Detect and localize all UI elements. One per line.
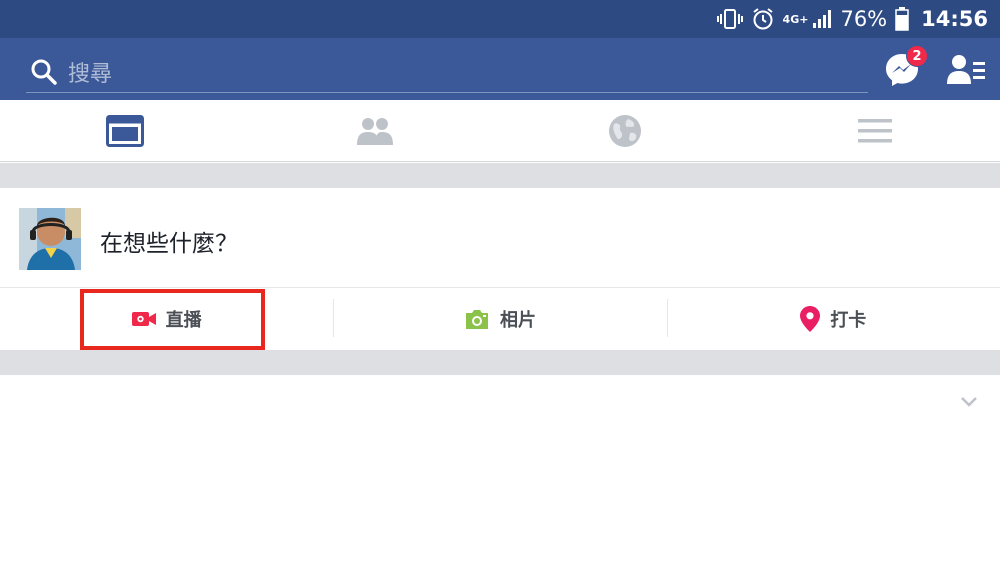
vibrate-icon xyxy=(716,9,743,29)
battery-percent: 76% xyxy=(840,7,888,31)
friends-icon xyxy=(357,117,393,145)
menu-tab[interactable] xyxy=(750,100,1000,161)
chevron-down-icon[interactable] xyxy=(960,396,978,408)
feed-divider-2 xyxy=(0,350,1000,375)
hamburger-icon xyxy=(858,118,892,142)
clock: 14:56 xyxy=(921,7,988,31)
composer-prompt: 在想些什麼？ xyxy=(100,231,238,257)
search-input[interactable]: 搜尋 xyxy=(26,51,868,93)
top-navigation-bar: 搜尋 2 xyxy=(0,38,1000,100)
location-pin-icon xyxy=(800,306,821,332)
highlight-annotation xyxy=(80,289,265,350)
globe-icon xyxy=(609,114,641,147)
messenger-badge: 2 xyxy=(906,45,928,67)
alarm-icon xyxy=(752,8,773,30)
friend-requests-icon[interactable] xyxy=(946,52,986,88)
network-type: 4G+ xyxy=(782,12,809,26)
notifications-tab[interactable] xyxy=(500,100,750,161)
post-composer[interactable]: 在想些什麼？ xyxy=(0,188,1000,288)
tab-bar xyxy=(0,100,1000,162)
avatar[interactable] xyxy=(19,208,81,270)
checkin-button[interactable]: 打卡 xyxy=(666,289,1000,349)
camera-icon xyxy=(465,310,488,329)
search-icon xyxy=(31,59,57,85)
news-feed-tab[interactable] xyxy=(0,100,250,161)
status-bar: 4G+ 76% 14:56 xyxy=(0,0,1000,38)
search-placeholder: 搜尋 xyxy=(68,61,113,87)
status-icons: 4G+ 76% 14:56 xyxy=(716,0,988,38)
photo-button[interactable]: 相片 xyxy=(333,289,666,349)
signal-icon xyxy=(813,10,832,28)
battery-icon xyxy=(895,7,909,31)
avatar-photo xyxy=(19,208,81,270)
news-feed-icon xyxy=(106,114,144,147)
photo-label: 相片 xyxy=(499,310,536,331)
feed-divider xyxy=(0,163,1000,188)
friends-tab[interactable] xyxy=(250,100,500,161)
checkin-label: 打卡 xyxy=(830,310,867,331)
